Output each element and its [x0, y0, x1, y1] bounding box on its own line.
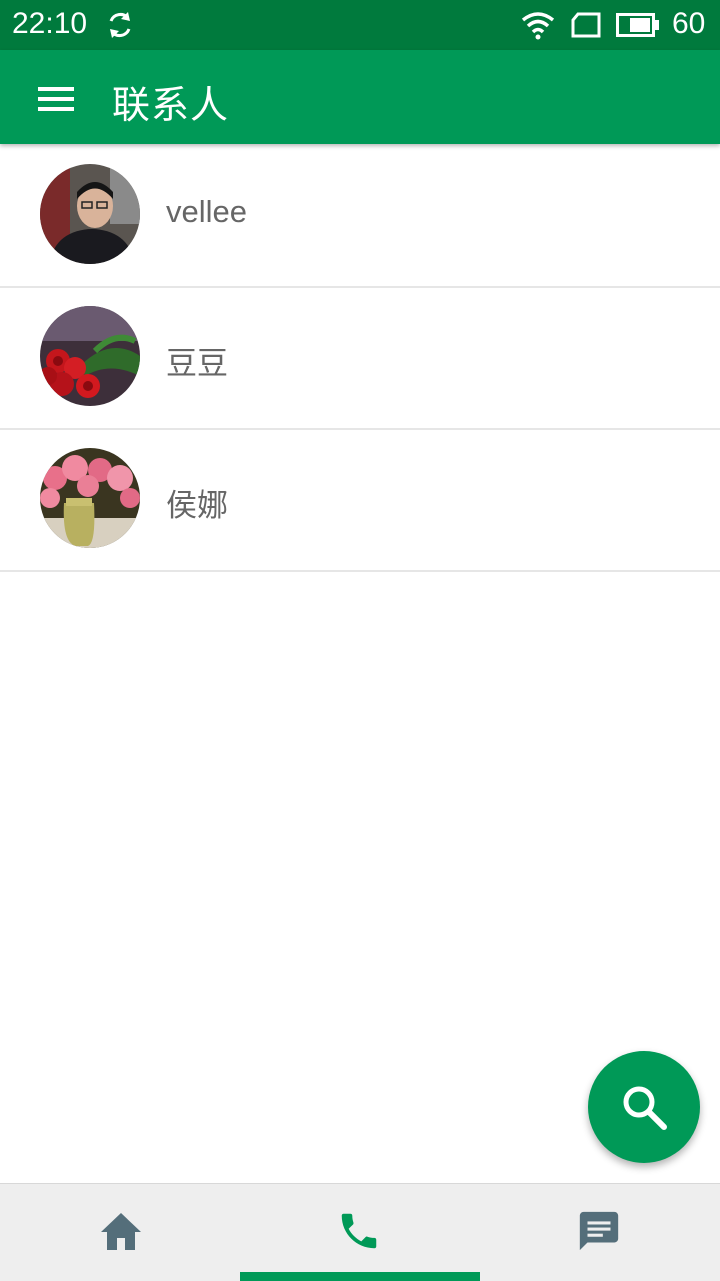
contact-item-houna[interactable]: 侯娜 — [0, 430, 720, 572]
avatar — [40, 164, 140, 264]
app-bar: 联系人 — [0, 50, 720, 144]
avatar — [40, 448, 140, 548]
battery-level: 60 — [672, 7, 706, 40]
contact-name: vellee — [166, 194, 247, 229]
contact-item-vellee[interactable]: vellee — [0, 146, 720, 288]
bottom-nav — [0, 1183, 720, 1281]
flower-vase-photo-icon — [40, 448, 140, 548]
menu-icon[interactable] — [36, 85, 76, 113]
contact-name: 豆豆 — [166, 346, 228, 382]
contact-item-doudou[interactable]: 豆豆 — [0, 288, 720, 430]
avatar — [40, 306, 140, 406]
roses-photo-icon — [40, 306, 140, 406]
sync-icon — [109, 12, 131, 38]
sim-icon — [571, 12, 601, 38]
person-photo-icon — [40, 164, 140, 264]
home-icon — [101, 1213, 141, 1250]
contact-name: 侯娜 — [166, 488, 228, 524]
nav-item-messages[interactable] — [480, 1184, 720, 1281]
phone-icon — [341, 1213, 377, 1249]
search-button[interactable] — [588, 1051, 700, 1163]
message-icon — [579, 1211, 619, 1251]
status-bar: 22:10 60 — [0, 0, 720, 50]
search-icon — [623, 1086, 667, 1130]
battery-icon — [616, 13, 659, 37]
contact-list: vellee 豆豆 侯娜 — [0, 146, 720, 572]
page-title: 联系人 — [112, 83, 230, 127]
nav-item-contacts[interactable] — [240, 1184, 480, 1281]
wifi-icon — [521, 12, 555, 40]
status-time: 22:10 — [12, 7, 88, 40]
nav-item-home[interactable] — [0, 1184, 240, 1281]
